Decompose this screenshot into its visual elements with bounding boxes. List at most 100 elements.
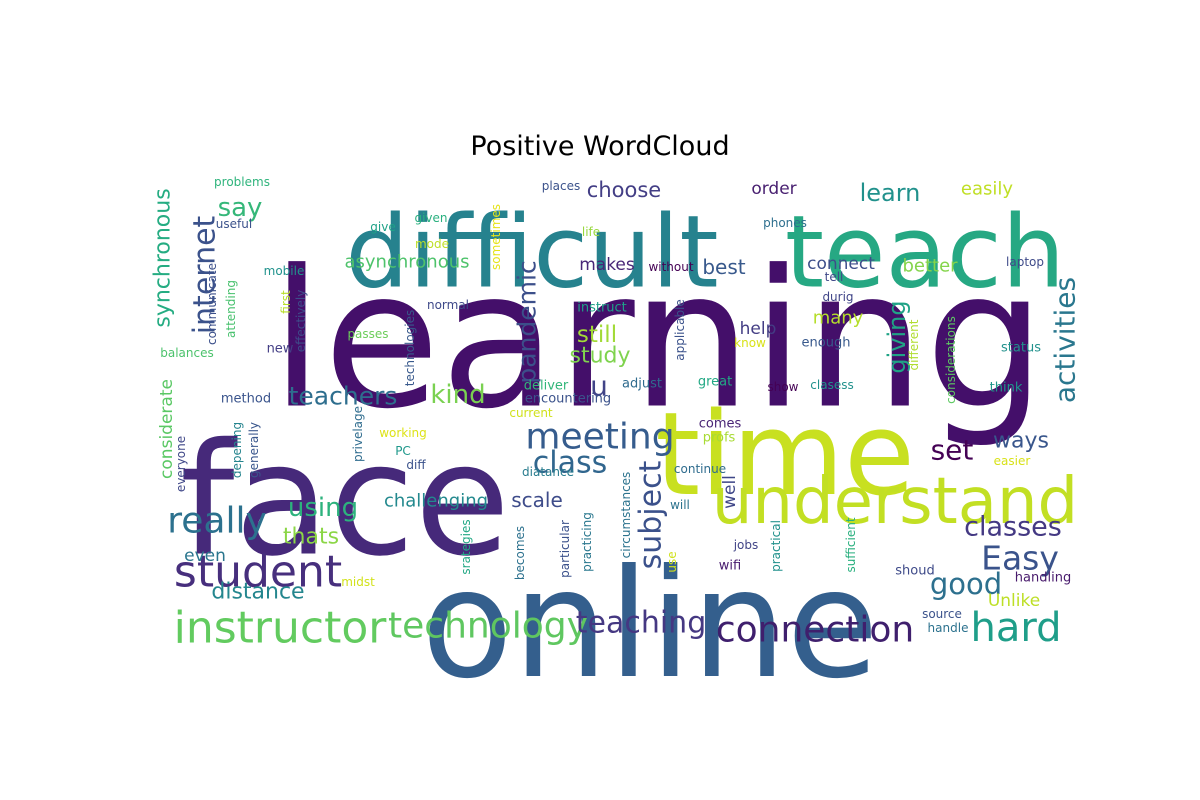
word-depening: depening [230, 422, 244, 478]
word-everyone: everyone [174, 436, 188, 492]
word-handle: handle [928, 621, 969, 635]
word-privelage: privelage [351, 406, 365, 462]
word-know: know [734, 336, 766, 350]
word-connection: connection [716, 610, 914, 651]
word-applicable: applicable [673, 299, 687, 361]
word-easier: easier [994, 454, 1031, 468]
word-handling: handling [1015, 571, 1071, 586]
word-effectively: effectively [294, 290, 308, 353]
word-best: best [702, 255, 745, 279]
word-current: current [509, 406, 553, 420]
word-set: set [931, 434, 974, 467]
word-makes: makes [579, 255, 635, 275]
word-clasess: clasess [810, 378, 853, 392]
word-ways: ways [993, 429, 1049, 454]
word-wifi: wifi [719, 559, 741, 574]
word-instruct: instruct [577, 301, 627, 316]
word-different: different [907, 319, 921, 370]
word-problems: problems [214, 175, 270, 189]
word-practicing: practicing [580, 512, 594, 572]
word-teaching: teaching [576, 606, 707, 641]
word-hard: hard [971, 605, 1062, 651]
word-given: given [414, 211, 447, 225]
word-learn: learn [860, 179, 921, 207]
word-pc: PC [395, 444, 411, 458]
word-really: really [167, 501, 267, 542]
word-comes: comes [699, 417, 742, 432]
word-kind: kind [430, 380, 485, 410]
word-better: better [902, 256, 958, 277]
word-many: many [813, 308, 864, 329]
word-passes: passes [347, 327, 388, 341]
word-classes: classes [964, 512, 1062, 543]
word-communicate: communicate [205, 263, 219, 345]
word-study: study [569, 344, 630, 369]
word-diff: diff [406, 458, 426, 472]
word-mode: mode [415, 237, 449, 251]
word-source: source [922, 607, 962, 621]
word-circumstances: circumstances [619, 472, 633, 559]
word-sometimes: sometimes [489, 204, 503, 270]
word-jobs: jobs [733, 538, 759, 552]
word-challenging: challenging [384, 491, 488, 512]
word-deliver: deliver [524, 379, 569, 394]
word-new: new [267, 342, 294, 357]
word-order: order [751, 179, 796, 199]
word-choose: choose [587, 178, 661, 202]
word-scale: scale [511, 488, 563, 512]
word-particular: particular [558, 520, 572, 578]
word-practical: practical [769, 520, 783, 572]
word-balances: balances [160, 346, 214, 360]
word-tell: tell [825, 270, 844, 284]
word-great: great [698, 375, 732, 390]
word-unlike: Unlike [988, 591, 1040, 611]
word-use: use [665, 551, 679, 572]
word-srategies: srategies [459, 519, 473, 574]
word-first: first [279, 290, 293, 314]
word-status: status [1001, 341, 1041, 356]
word-subject: subject [634, 460, 669, 569]
word-cloud: learningfaceonlinedifficult teachtimeunde… [151, 175, 1082, 712]
word-enough: enough [802, 336, 851, 351]
word-generally: generally [247, 422, 261, 478]
word-without: without [648, 260, 693, 274]
word-encountering: encountering [525, 392, 611, 407]
word-easily: easily [961, 179, 1013, 200]
word-thats: thats [283, 525, 339, 550]
word-working: working [379, 426, 427, 440]
word-shoud: shoud [895, 564, 934, 579]
word-distance: distance [211, 580, 304, 605]
word-becomes: becomes [513, 526, 527, 580]
word-midst: midst [341, 575, 375, 589]
word-teachers: teachers [289, 382, 398, 411]
word-think: think [990, 381, 1023, 396]
word-considerations: considerations [944, 316, 958, 404]
word-sufficient: sufficient [844, 517, 858, 572]
word-asynchronous: asynchronous [345, 252, 470, 273]
word-durig: durig [822, 290, 853, 304]
word-laptop: laptop [1006, 255, 1044, 269]
word-normal: normal [427, 298, 469, 312]
word-instructor: instructor [174, 603, 388, 654]
word-profs: profs [703, 431, 736, 446]
word-phones: phones [763, 216, 807, 230]
word-technology: technology [388, 606, 588, 647]
word-diatance: diatance [522, 465, 574, 479]
word-give: give [370, 220, 395, 234]
word-synchronous: synchronous [151, 188, 176, 327]
word-mobile: mobile [264, 264, 305, 278]
word-method: method [221, 392, 271, 407]
word-adjust: adjust [622, 377, 662, 392]
word-life: life [582, 225, 600, 239]
word-will: will [670, 498, 690, 512]
word-well: well [720, 475, 740, 509]
word-pandemic: pandemic [513, 260, 542, 383]
word-show: show [767, 380, 798, 394]
word-attending: attending [224, 280, 238, 338]
word-using: using [288, 493, 358, 523]
word-places: places [542, 179, 581, 193]
word-continue: continue [674, 462, 726, 476]
word-useful: useful [216, 217, 252, 231]
word-technologies: technologies [403, 310, 417, 387]
word-activities: activities [1049, 277, 1082, 403]
